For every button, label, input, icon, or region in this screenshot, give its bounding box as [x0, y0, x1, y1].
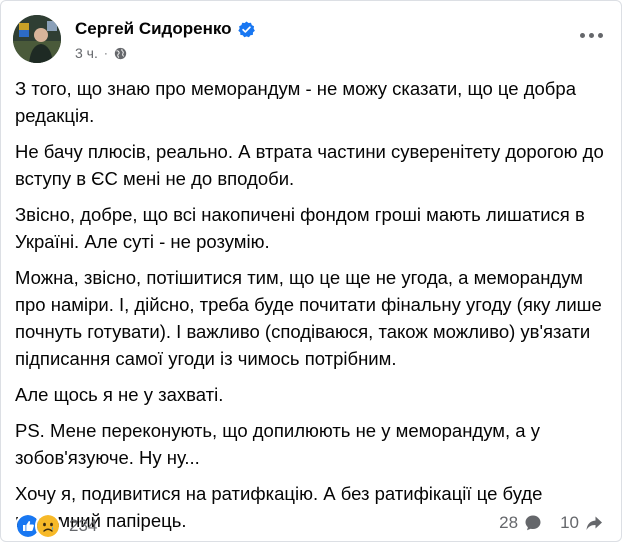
post-paragraph: PS. Мене переконують, що допилюють не у …	[15, 420, 540, 468]
more-options-icon[interactable]	[575, 25, 607, 45]
comment-count: 28	[499, 513, 519, 532]
post-paragraph: Звісно, добре, що всі накопичені фондом …	[15, 204, 585, 252]
post-paragraph: Не бачу плюсів, реально. А втрата частин…	[15, 141, 604, 189]
sad-reaction-icon	[35, 513, 61, 539]
more-dot	[579, 32, 585, 38]
post-paragraph: Але щось я не у захваті.	[15, 384, 224, 405]
comment-icon	[525, 515, 541, 531]
author-name[interactable]: Сергей Сидоренко	[75, 19, 255, 39]
more-dot	[588, 32, 594, 38]
share-icon	[586, 516, 602, 530]
meta-separator: ·	[103, 46, 108, 60]
comments-link[interactable]: 28	[499, 513, 542, 533]
verified-badge-icon	[237, 21, 255, 37]
reaction-count: 234	[69, 516, 98, 535]
post-time[interactable]: 3 ч.	[75, 45, 98, 61]
reactions-summary[interactable]: 234	[15, 513, 97, 539]
post-header: Сергей Сидоренко 3 ч. ·	[13, 11, 613, 63]
globe-icon[interactable]	[114, 47, 127, 60]
post-footer: 234 28 10	[15, 513, 615, 543]
more-dot	[597, 32, 603, 38]
author-name-text[interactable]: Сергей Сидоренко	[75, 19, 232, 39]
post-body: З того, що знаю про меморандум - не можу…	[15, 75, 615, 543]
author-avatar[interactable]	[13, 15, 61, 63]
post-card: Сергей Сидоренко 3 ч. · З того, що знаю …	[0, 0, 622, 542]
post-paragraph: З того, що знаю про меморандум - не можу…	[15, 78, 576, 126]
engagement-stats: 28 10	[499, 513, 603, 533]
post-meta: 3 ч. ·	[75, 45, 127, 61]
share-count: 10	[560, 513, 579, 532]
post-paragraph: Можна, звісно, потішитися тим, що це ще …	[15, 267, 602, 369]
shares-link[interactable]: 10	[560, 513, 603, 533]
